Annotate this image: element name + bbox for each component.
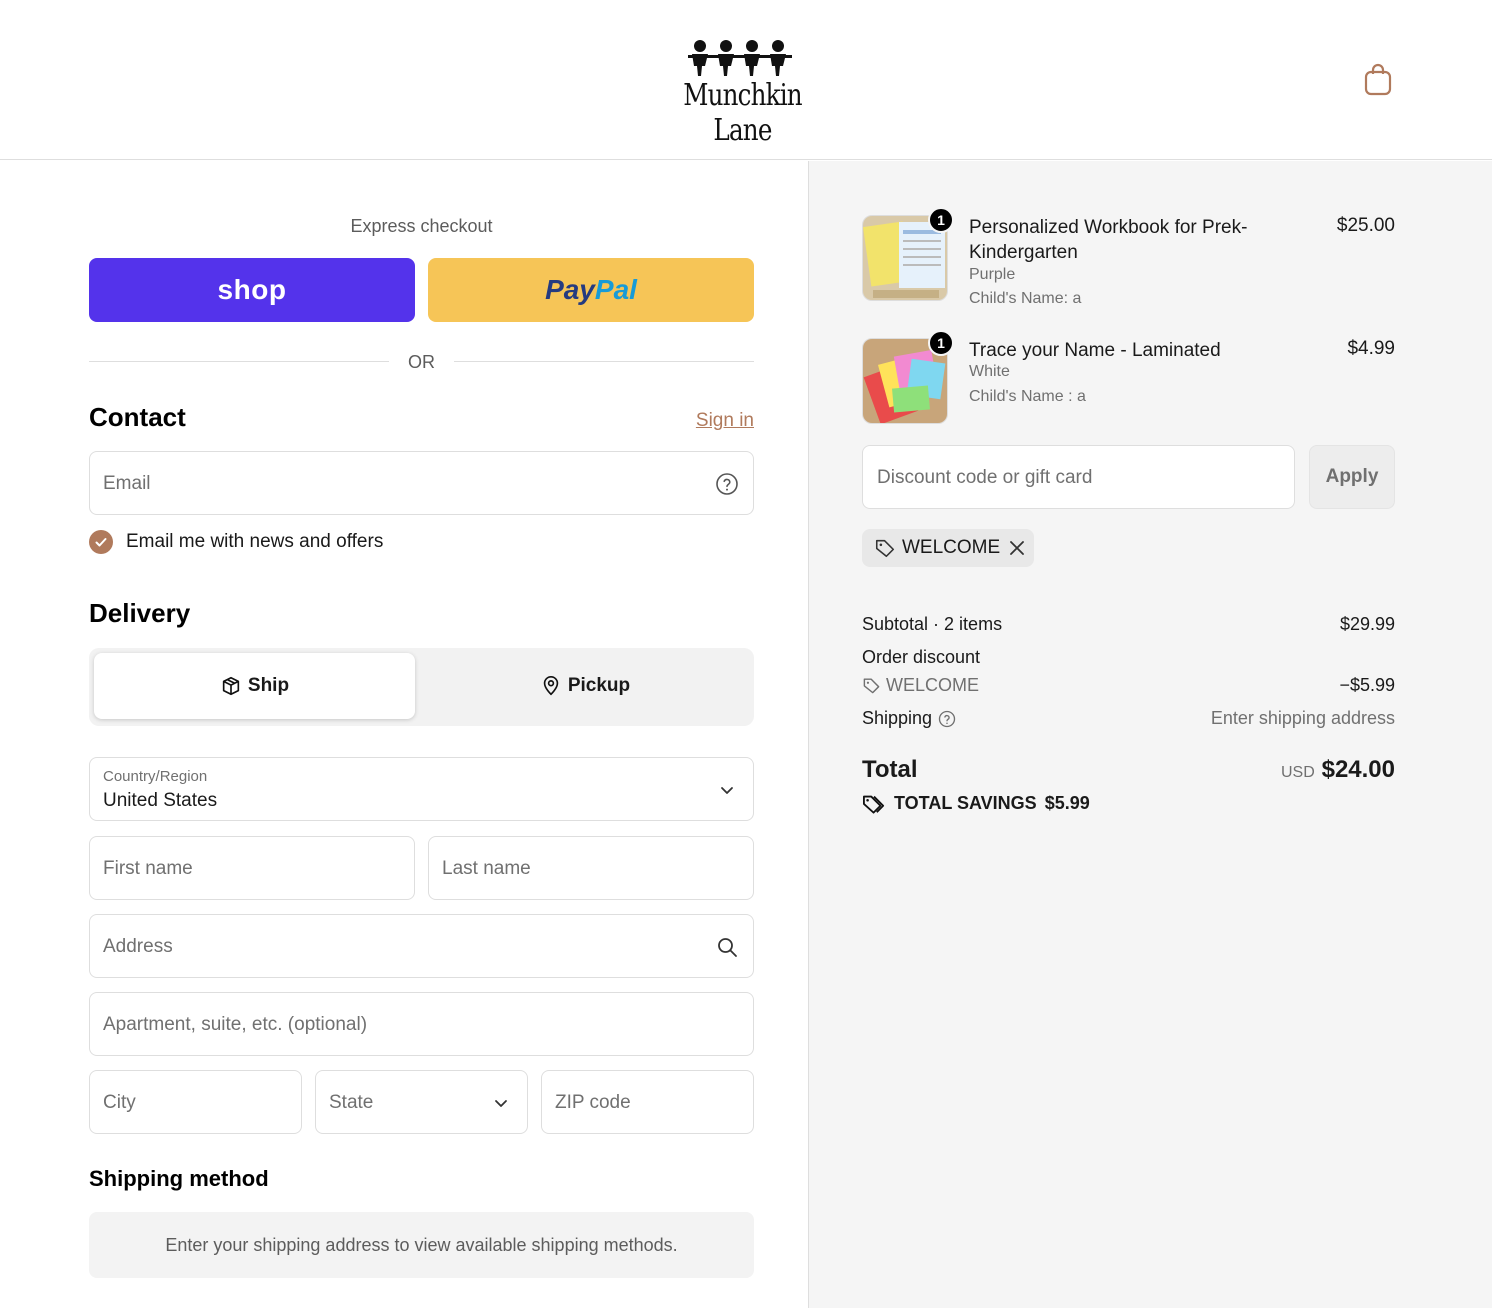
children-silhouette-icon bbox=[688, 40, 792, 76]
news-offers-label: Email me with news and offers bbox=[126, 531, 384, 552]
contact-title: Contact bbox=[89, 402, 186, 432]
item-title: Trace your Name - Laminated bbox=[969, 340, 1221, 361]
savings-value: $5.99 bbox=[1044, 792, 1090, 813]
or-divider: OR bbox=[89, 350, 754, 374]
discount-code-row: WELCOME −$5.99 bbox=[862, 675, 1395, 700]
item-price: $25.00 bbox=[1336, 215, 1395, 236]
apartment-placeholder: Apartment, suite, etc. (optional) bbox=[103, 1014, 368, 1035]
shipping-method-title: Shipping method bbox=[89, 1166, 269, 1191]
item-option: Child's Name : a bbox=[969, 388, 1086, 405]
discount-code-input[interactable]: Discount code or gift card bbox=[862, 445, 1295, 509]
close-icon[interactable] bbox=[1008, 539, 1026, 557]
chevron-down-icon bbox=[721, 787, 733, 794]
first-name-placeholder: First name bbox=[103, 858, 193, 879]
state-placeholder: State bbox=[329, 1092, 374, 1113]
item-option: Child's Name: a bbox=[969, 290, 1082, 307]
country-select[interactable]: Country/Region United States bbox=[89, 757, 754, 821]
subtotal-value: $29.99 bbox=[1339, 614, 1395, 634]
savings-label: TOTAL SAVINGS bbox=[894, 792, 1037, 813]
paypal-button[interactable]: Pay Pal bbox=[428, 258, 754, 322]
shipping-row: Shipping Enter shipping address bbox=[862, 708, 1395, 729]
or-label: OR bbox=[408, 352, 435, 372]
quantity-badge: 1 bbox=[928, 207, 954, 233]
address-placeholder: Address bbox=[103, 936, 173, 957]
help-circle-icon[interactable] bbox=[715, 472, 739, 496]
tag-icon bbox=[863, 678, 880, 694]
tab-pickup-label: Pickup bbox=[567, 675, 631, 696]
express-checkout-label: Express checkout bbox=[350, 216, 493, 236]
email-field[interactable]: Email bbox=[89, 451, 754, 515]
item-price: $4.99 bbox=[1347, 338, 1395, 359]
order-discount-label: Order discount bbox=[862, 647, 981, 667]
tab-pickup[interactable]: Pickup bbox=[421, 653, 749, 719]
shipping-method-note: Enter your shipping address to view avai… bbox=[89, 1212, 754, 1278]
delivery-tabs: Ship Pickup bbox=[89, 648, 754, 726]
header: Munchkin Lane bbox=[0, 0, 1492, 160]
country-label: Country/Region bbox=[103, 768, 208, 785]
news-offers-checkbox[interactable] bbox=[89, 530, 113, 554]
first-name-field[interactable]: First name bbox=[89, 836, 415, 900]
shop-pay-label: shop bbox=[217, 274, 287, 305]
shop-pay-button[interactable]: shop bbox=[89, 258, 415, 322]
zip-field[interactable]: ZIP code bbox=[541, 1070, 754, 1134]
state-select[interactable]: State bbox=[315, 1070, 528, 1134]
savings-tag-icon bbox=[863, 795, 885, 814]
apply-discount-button[interactable]: Apply bbox=[1309, 445, 1395, 509]
shopping-bag-icon[interactable] bbox=[1362, 62, 1394, 96]
discount-placeholder: Discount code or gift card bbox=[877, 467, 1093, 488]
total-currency: USD bbox=[1281, 764, 1315, 781]
search-icon bbox=[718, 938, 737, 957]
checkout-form-column bbox=[0, 161, 808, 1308]
tab-ship-label: Ship bbox=[247, 675, 290, 696]
applied-discount-chip: WELCOME bbox=[862, 529, 1034, 567]
last-name-field[interactable]: Last name bbox=[428, 836, 754, 900]
summary-discount-code: WELCOME bbox=[886, 675, 980, 695]
checkmark-icon bbox=[95, 538, 107, 547]
total-savings-row: TOTAL SAVINGS $5.99 bbox=[862, 792, 1090, 814]
tag-icon bbox=[875, 539, 895, 558]
last-name-placeholder: Last name bbox=[442, 858, 531, 879]
help-circle-icon[interactable] bbox=[938, 710, 956, 728]
email-placeholder: Email bbox=[103, 473, 151, 494]
discount-value: −$5.99 bbox=[1339, 675, 1395, 695]
order-discount-row: Order discount bbox=[862, 647, 1395, 668]
applied-code-label: WELCOME bbox=[902, 537, 1001, 558]
item-title: Personalized Workbook for Prek-Kindergar… bbox=[969, 217, 1248, 263]
tab-ship[interactable]: Ship bbox=[94, 653, 415, 719]
item-variant: Purple bbox=[969, 266, 1016, 283]
city-placeholder: City bbox=[103, 1092, 136, 1113]
delivery-title: Delivery bbox=[89, 598, 191, 628]
package-icon bbox=[222, 676, 240, 696]
item-variant: White bbox=[969, 363, 1010, 380]
store-logo[interactable]: Munchkin Lane bbox=[670, 38, 815, 148]
subtotal-row: Subtotal · 2 items $29.99 bbox=[862, 614, 1395, 635]
zip-placeholder: ZIP code bbox=[555, 1092, 631, 1113]
sign-in-link[interactable]: Sign in bbox=[654, 410, 754, 432]
quantity-badge: 1 bbox=[928, 330, 954, 356]
address-field[interactable]: Address bbox=[89, 914, 754, 978]
chevron-down-icon bbox=[495, 1100, 507, 1107]
order-summary-column bbox=[809, 161, 1492, 1308]
apartment-field[interactable]: Apartment, suite, etc. (optional) bbox=[89, 992, 754, 1056]
location-pin-icon bbox=[543, 676, 559, 696]
subtotal-label: Subtotal · 2 items bbox=[862, 614, 1003, 634]
paypal-label-part2: Pal bbox=[594, 274, 637, 305]
shipping-label: Shipping bbox=[862, 708, 933, 728]
shipping-value: Enter shipping address bbox=[1210, 708, 1395, 728]
paypal-label-part1: Pay bbox=[545, 274, 595, 305]
cart-item: 1 Personalized Workbook for Prek-Kinderg… bbox=[862, 207, 1395, 315]
news-offers-row[interactable]: Email me with news and offers bbox=[89, 529, 383, 555]
country-value: United States bbox=[103, 790, 218, 811]
city-field[interactable]: City bbox=[89, 1070, 302, 1134]
logo-text: Munchkin Lane bbox=[683, 78, 802, 148]
cart-item: 1 Trace your Name - Laminated White Chil… bbox=[862, 330, 1395, 428]
total-value: $24.00 bbox=[1321, 756, 1395, 783]
total-label: Total bbox=[862, 756, 918, 783]
